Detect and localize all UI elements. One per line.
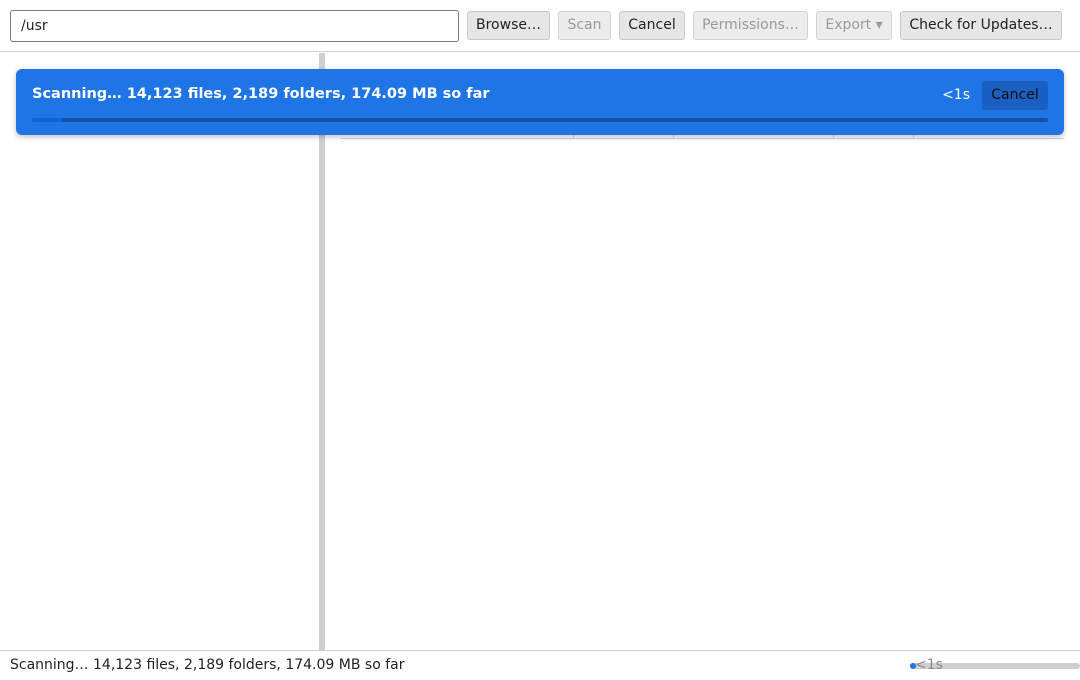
folder-tree-pane[interactable] [0,53,319,650]
path-input[interactable] [10,10,459,42]
permissions-button[interactable]: Permissions… [693,11,808,40]
export-dropdown-button[interactable]: Export ▾ [816,11,892,40]
check-updates-button[interactable]: Check for Updates… [900,11,1062,40]
scan-progress-message: Scanning… 14,123 files, 2,189 folders, 1… [32,86,490,102]
cancel-button[interactable]: Cancel [619,11,685,40]
status-message: Scanning… 14,123 files, 2,189 folders, 1… [10,657,405,673]
scan-progress-bar [32,118,1048,122]
file-list-pane[interactable] [325,53,1080,650]
scan-button[interactable]: Scan [558,11,611,40]
banner-cancel-button[interactable]: Cancel [982,81,1048,110]
scan-progress-fill [32,118,63,122]
toolbar: Browse… Scan Cancel Permissions… Export … [0,0,1080,52]
browse-button[interactable]: Browse… [467,11,550,40]
status-eta: <1s [915,657,943,673]
status-bar: Scanning… 14,123 files, 2,189 folders, 1… [0,650,1080,680]
scan-eta: <1s [942,87,970,103]
scan-progress-banner: Scanning… 14,123 files, 2,189 folders, 1… [16,69,1064,135]
